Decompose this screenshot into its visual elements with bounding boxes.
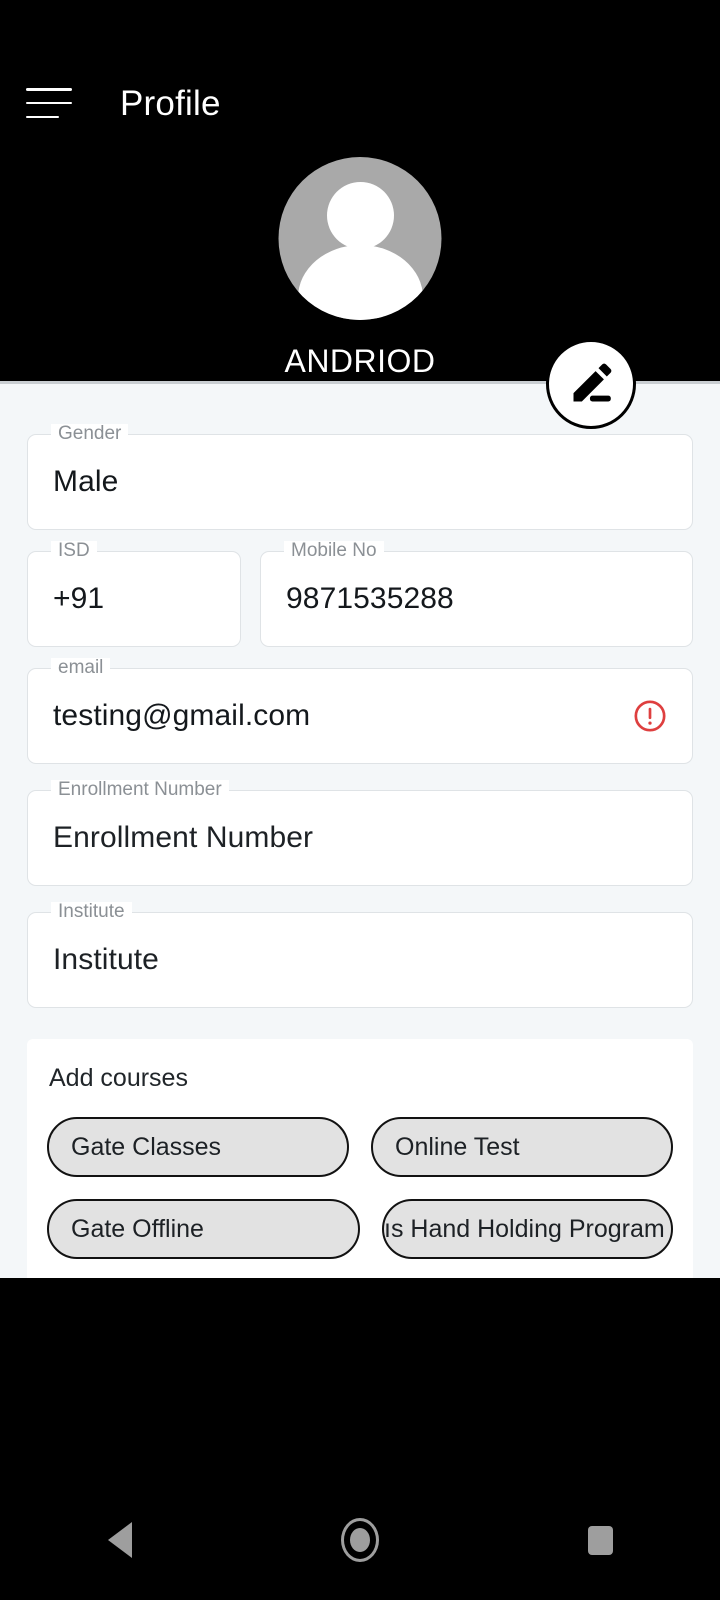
- gender-field[interactable]: Gender Male: [27, 424, 693, 530]
- isd-field[interactable]: ISD +91: [27, 541, 241, 647]
- phone-screen: Profile ANDRIOD Gender Male ISD +91 Mobi…: [0, 0, 720, 1600]
- isd-value: +91: [53, 582, 105, 615]
- error-circle-icon: [634, 700, 666, 732]
- recents-square-icon: [587, 1525, 613, 1555]
- enrollment-number-field[interactable]: Enrollment Number Enrollment Number: [27, 780, 693, 886]
- add-courses-card: Add courses Gate Classes Online Test Gat…: [27, 1039, 693, 1278]
- course-chip[interactable]: Gate Offline: [47, 1199, 360, 1259]
- email-field[interactable]: email testing@gmail.com: [27, 658, 693, 764]
- mobile-label: Mobile No: [284, 541, 384, 560]
- gender-value: Male: [53, 465, 119, 498]
- pencil-edit-icon: [573, 363, 612, 402]
- home-circle-icon: [341, 1518, 379, 1562]
- course-chip-row: Gate Offline ıs Hand Holding Program: [47, 1199, 673, 1259]
- app-bar: Profile: [0, 72, 720, 134]
- institute-value: Institute: [53, 943, 159, 976]
- nav-back-button[interactable]: [60, 1480, 180, 1600]
- back-triangle-icon: [108, 1522, 132, 1558]
- isd-label: ISD: [51, 541, 97, 560]
- avatar-head: [326, 182, 394, 249]
- course-chip[interactable]: ıs Hand Holding Program: [382, 1199, 673, 1259]
- avatar[interactable]: [278, 157, 442, 320]
- add-courses-title: Add courses: [49, 1064, 188, 1092]
- course-chip[interactable]: Online Test: [371, 1117, 673, 1177]
- profile-header: Profile ANDRIOD: [0, 0, 720, 384]
- person-placeholder-icon: [278, 157, 442, 320]
- profile-form: Gender Male ISD +91 Mobile No 9871535288…: [0, 384, 720, 1008]
- email-label: email: [51, 658, 111, 677]
- enrollment-number-label: Enrollment Number: [51, 780, 229, 799]
- email-value: testing@gmail.com: [53, 699, 311, 732]
- course-chip[interactable]: Gate Classes: [47, 1117, 349, 1177]
- nav-home-button[interactable]: [300, 1480, 420, 1600]
- institute-label: Institute: [51, 902, 132, 921]
- hamburger-menu-icon[interactable]: [26, 88, 72, 118]
- avatar-body: [297, 245, 423, 320]
- gender-label: Gender: [51, 424, 129, 443]
- profile-content: Gender Male ISD +91 Mobile No 9871535288…: [0, 384, 720, 1278]
- phone-row: ISD +91 Mobile No 9871535288: [27, 541, 693, 647]
- nav-recents-button[interactable]: [540, 1480, 660, 1600]
- page-title: Profile: [120, 83, 221, 123]
- course-chip-row: Gate Classes Online Test: [47, 1117, 673, 1177]
- android-nav-bar: [0, 1480, 720, 1600]
- mobile-value: 9871535288: [286, 582, 454, 615]
- mobile-field[interactable]: Mobile No 9871535288: [260, 541, 693, 647]
- institute-field[interactable]: Institute Institute: [27, 902, 693, 1008]
- edit-profile-button[interactable]: [546, 339, 636, 429]
- enrollment-number-value: Enrollment Number: [53, 821, 314, 854]
